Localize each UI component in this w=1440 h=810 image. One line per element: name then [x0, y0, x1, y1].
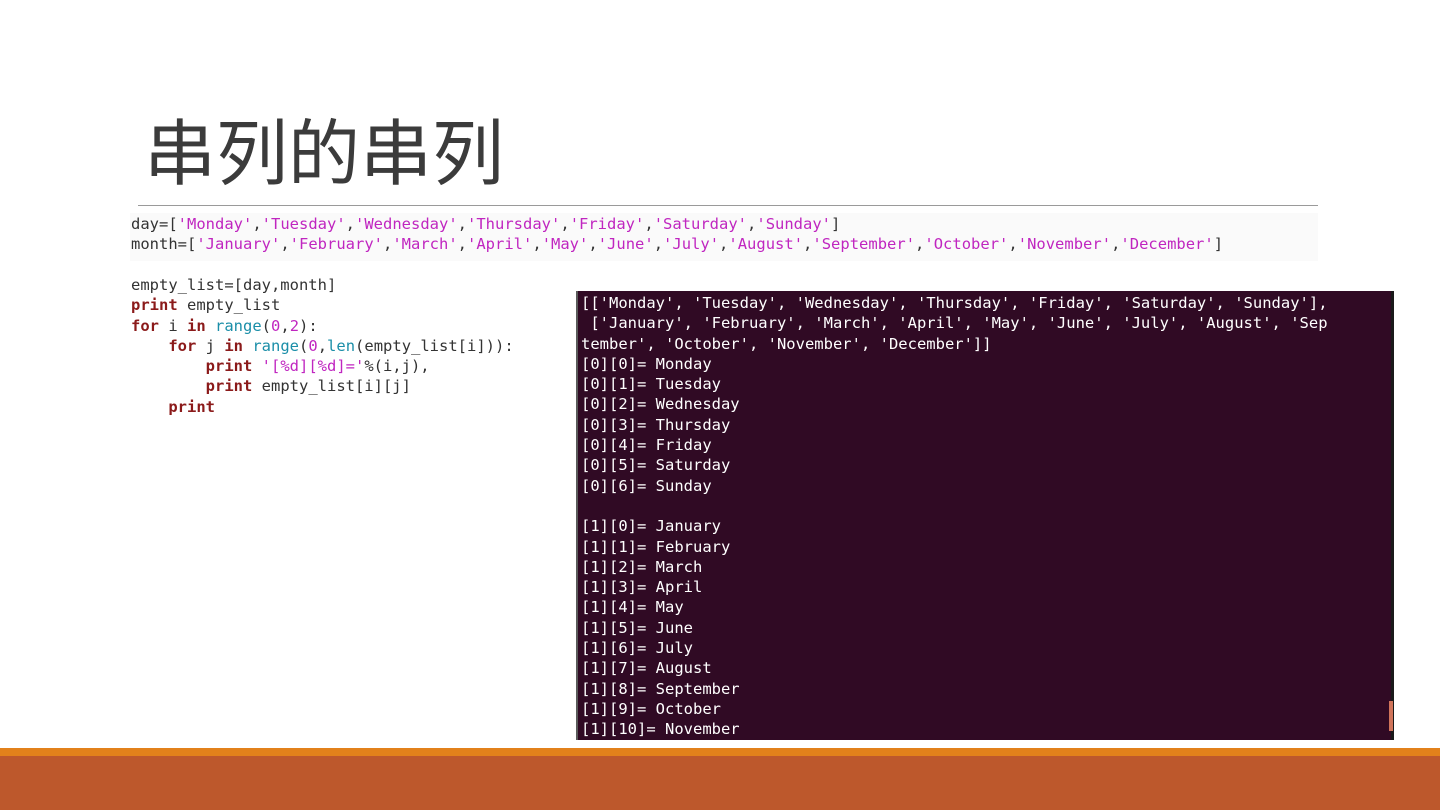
code-line-month: month=['January','February','March','Apr…	[131, 235, 1224, 254]
title-divider	[138, 205, 1318, 206]
list-separator: ,	[1111, 235, 1121, 254]
list-separator: ,	[747, 215, 757, 233]
code-line-print-value: print empty_list[i][j]	[205, 377, 411, 396]
terminal-line: [0][5]= Saturday	[581, 456, 731, 475]
terminal-scrollbar-thumb[interactable]	[1389, 701, 1393, 731]
slide-title: 串列的串列	[144, 112, 505, 196]
list-separator: ,	[457, 235, 468, 254]
terminal-line: [1][0]= January	[581, 517, 721, 536]
terminal-line: [1][3]= April	[581, 578, 703, 597]
string-literal: 'January'	[196, 235, 281, 254]
code-block-loop: empty_list=[day,month] print empty_list …	[131, 275, 514, 417]
code-line-print-blank: print	[168, 397, 215, 416]
terminal-output-window[interactable]: [['Monday', 'Tuesday', 'Wednesday', 'Thu…	[576, 291, 1394, 740]
string-literal: 'Tuesday'	[261, 215, 346, 233]
string-literal: 'March'	[392, 235, 458, 254]
code-line-for-i: for i in range(0,2):	[131, 316, 318, 335]
terminal-line: [0][3]= Thursday	[581, 415, 731, 434]
list-separator: ,	[280, 235, 290, 254]
code-lines-lists: day=['Monday','Tuesday','Wednesday','Thu…	[131, 214, 1223, 255]
day-items: 'Monday','Tuesday','Wednesday','Thursday…	[178, 215, 831, 233]
footer-bar	[0, 756, 1440, 810]
list-separator: ,	[588, 235, 598, 254]
string-literal: 'July'	[663, 235, 720, 254]
list-separator: ,	[252, 215, 262, 233]
string-literal: 'October'	[924, 235, 1009, 254]
terminal-line: [1][4]= May	[581, 598, 684, 617]
string-literal: 'May'	[541, 235, 589, 254]
code-line-print: print empty_list	[131, 296, 281, 315]
string-literal: 'Sunday'	[756, 215, 832, 233]
code-line-for-j: for j in range(0,len(empty_list[i])):	[168, 336, 514, 355]
terminal-line: [0][4]= Friday	[581, 436, 712, 455]
terminal-line: [0][1]= Tuesday	[581, 375, 721, 394]
string-literal: 'Wednesday'	[355, 215, 458, 233]
list-separator: ,	[653, 235, 664, 254]
terminal-line: ['January', 'February', 'March', 'April'…	[581, 314, 1328, 333]
terminal-line: [0][2]= Wednesday	[581, 395, 740, 414]
terminal-line: [1][1]= February	[581, 537, 731, 556]
list-separator: ,	[803, 235, 813, 254]
terminal-line: [0][6]= Sunday	[581, 476, 712, 495]
list-separator: ,	[345, 215, 356, 233]
terminal-line: [1][2]= March	[581, 557, 703, 576]
list-separator: ,	[383, 235, 393, 254]
string-literal: 'November'	[1017, 235, 1112, 254]
list-separator: ,	[457, 215, 468, 233]
string-literal: 'Friday'	[569, 215, 645, 233]
list-separator: ,	[532, 235, 542, 254]
terminal-line: tember', 'October', 'November', 'Decembe…	[581, 334, 992, 353]
terminal-line: [['Monday', 'Tuesday', 'Wednesday', 'Thu…	[581, 294, 1328, 312]
string-literal: 'Monday'	[177, 215, 253, 233]
month-items: 'January','February','March','April','Ma…	[196, 235, 1213, 253]
string-literal: 'April'	[467, 235, 533, 254]
list-separator: ,	[719, 235, 729, 254]
terminal-line: [1][7]= August	[581, 659, 712, 678]
code-block-lists: day=['Monday','Tuesday','Wednesday','Thu…	[130, 213, 1318, 261]
list-separator: ,	[560, 215, 570, 233]
list-separator: ,	[644, 215, 654, 233]
list-separator: ,	[1008, 235, 1018, 254]
terminal-scrollbar-track[interactable]	[1391, 291, 1394, 740]
terminal-line: [1][5]= June	[581, 618, 693, 637]
code-line-print-index: print '[%d][%d]='%(i,j),	[205, 357, 430, 376]
code-lines-loop: empty_list=[day,month] print empty_list …	[131, 275, 514, 417]
string-literal: 'August'	[728, 235, 804, 254]
list-separator: ,	[915, 235, 925, 254]
terminal-line: [1][10]= November	[581, 720, 740, 739]
string-literal: 'December'	[1120, 235, 1214, 254]
code-line-day: day=['Monday','Tuesday','Wednesday','Thu…	[131, 215, 841, 233]
string-literal: 'Saturday'	[653, 215, 748, 233]
code-line-empty-list: empty_list=[day,month]	[131, 276, 337, 294]
terminal-line: [1][9]= October	[581, 699, 721, 718]
string-literal: 'June'	[597, 235, 654, 254]
footer-accent-stripe	[0, 748, 1440, 756]
terminal-line: [0][0]= Monday	[581, 354, 712, 373]
string-literal: 'Thursday'	[467, 215, 561, 233]
string-literal: 'February'	[289, 235, 383, 254]
terminal-line: [1][6]= July	[581, 639, 693, 658]
string-literal: 'September'	[812, 235, 916, 254]
terminal-output-text: [['Monday', 'Tuesday', 'Wednesday', 'Thu…	[581, 293, 1328, 740]
terminal-line: [1][8]= September	[581, 679, 740, 698]
